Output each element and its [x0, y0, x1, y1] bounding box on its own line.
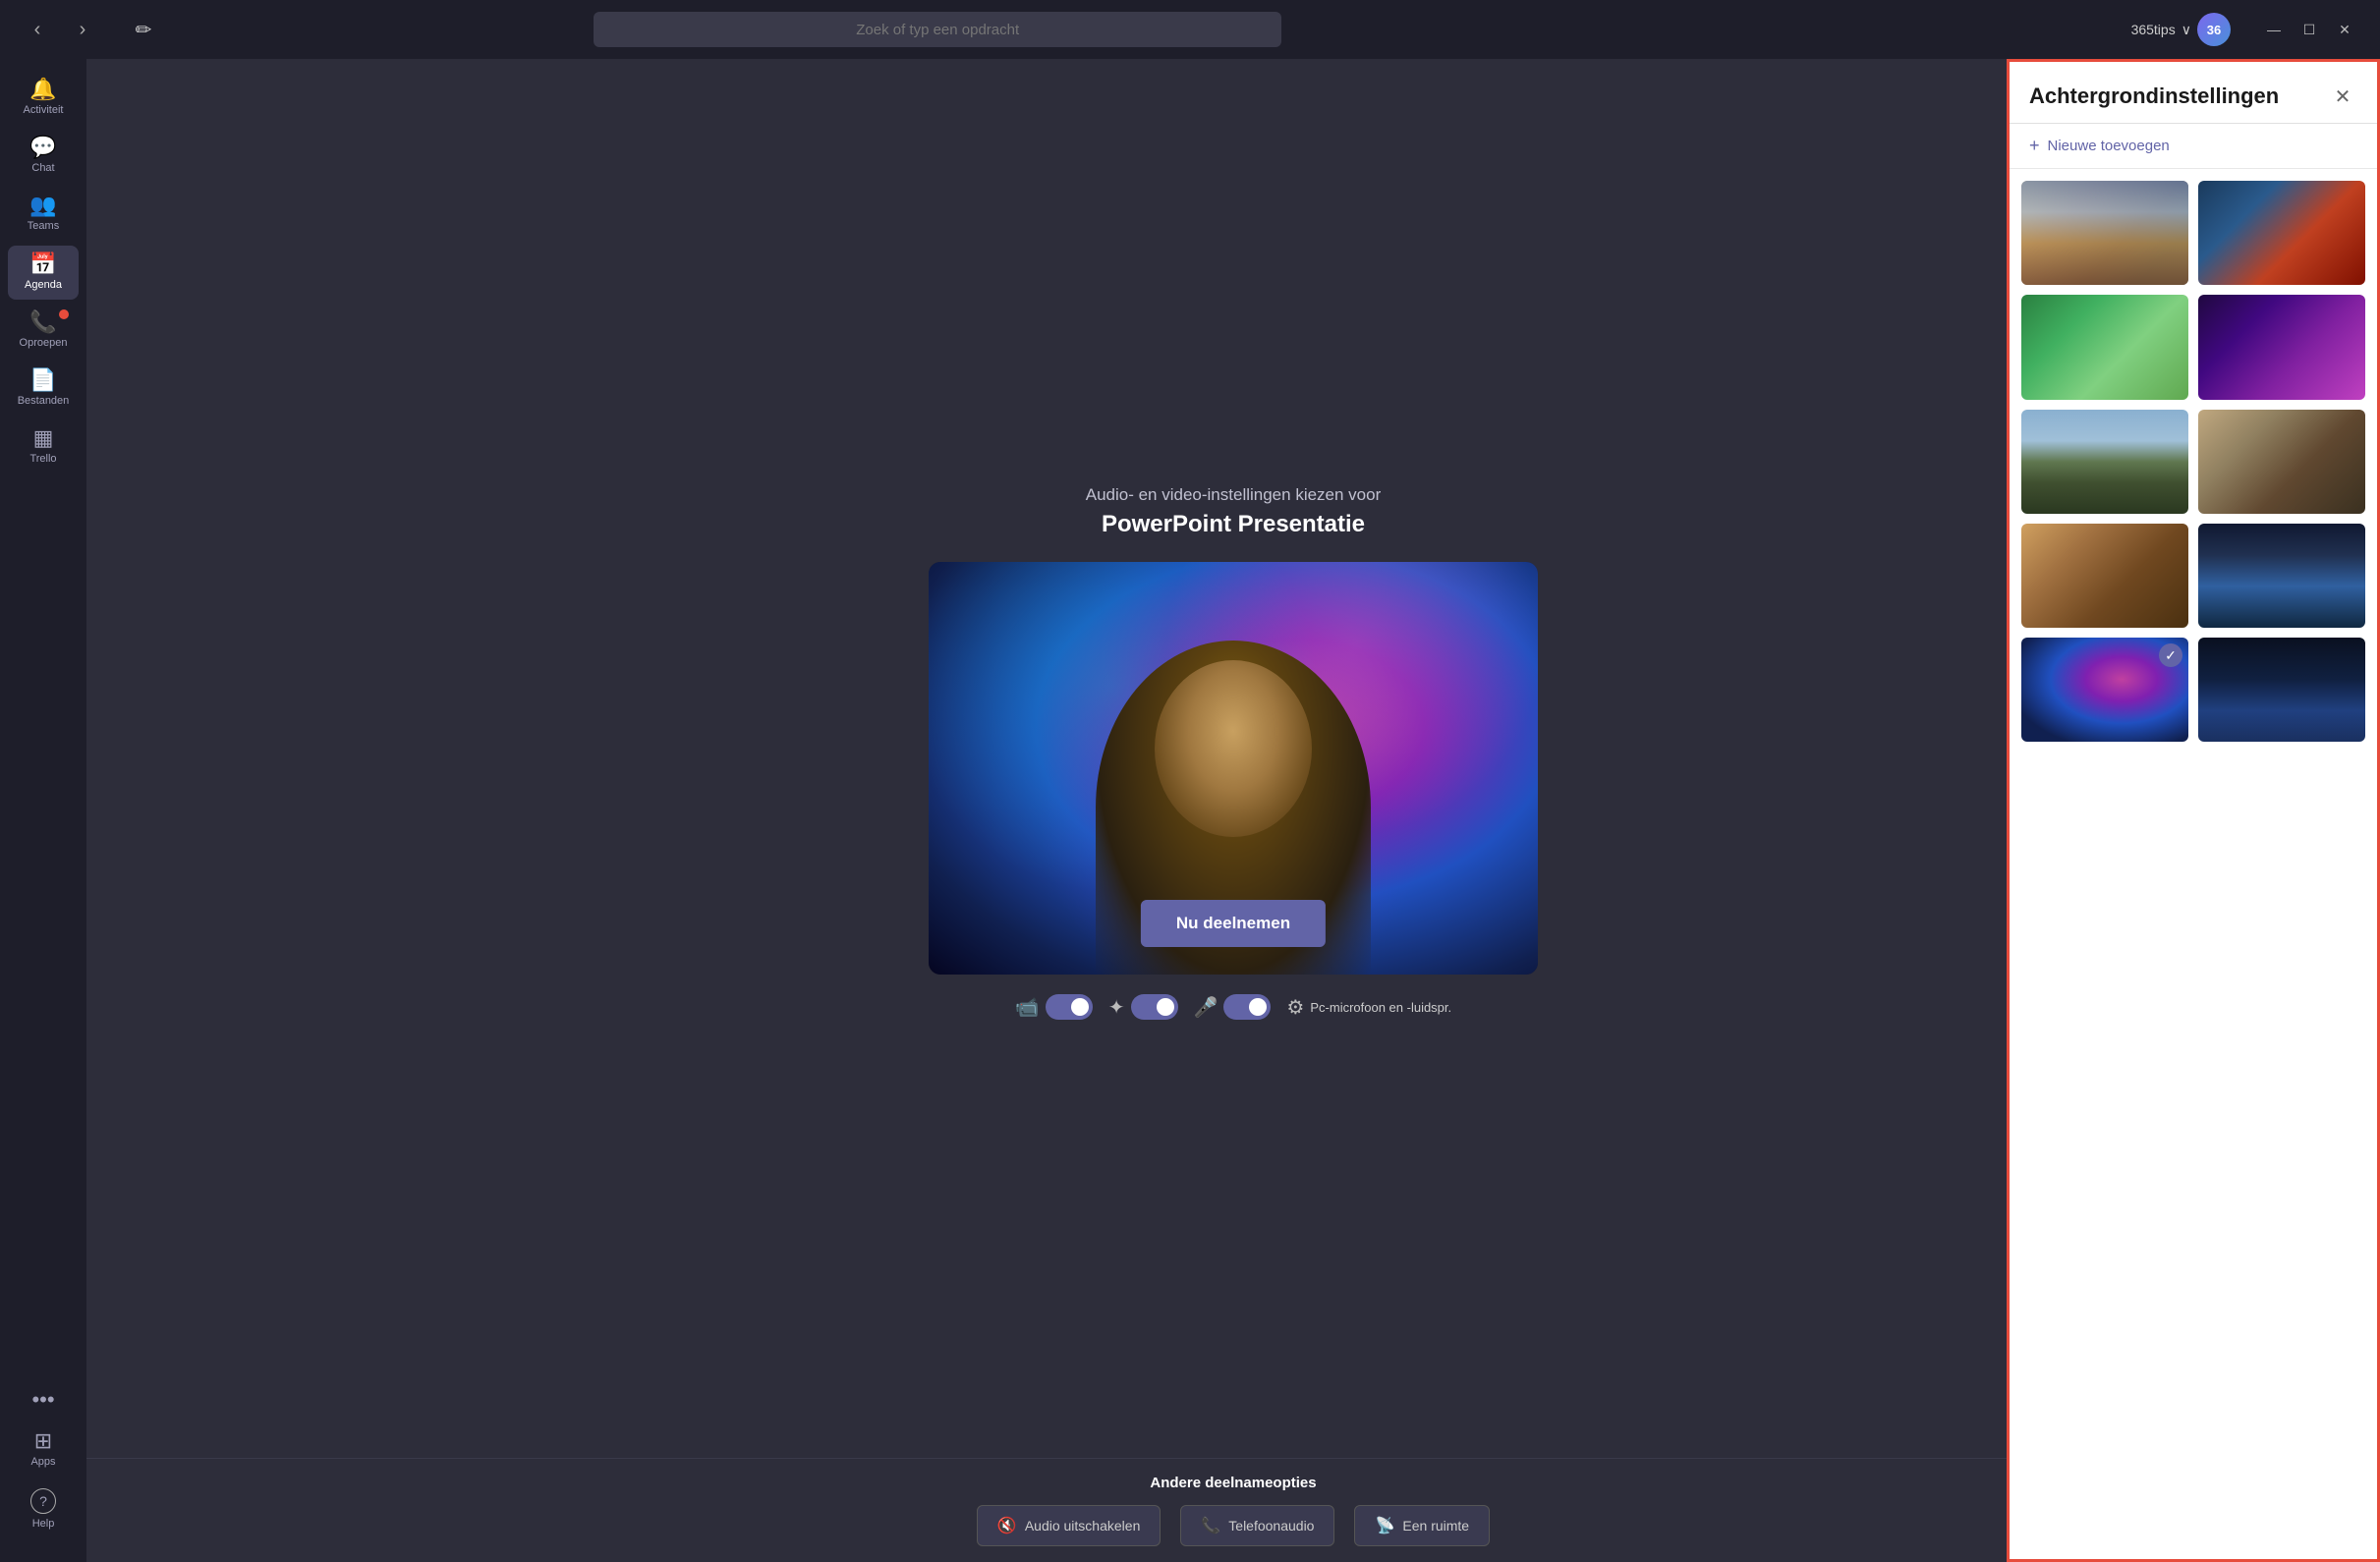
notification-badge [59, 309, 69, 319]
sidebar-item-trello[interactable]: ▦ Trello [8, 419, 79, 474]
settings-control: ⚙ Pc-microfoon en -luidspr. [1286, 995, 1451, 1020]
sidebar-item-activiteit[interactable]: 🔔 Activiteit [8, 71, 79, 125]
bg-panel-header: Achtergrondinstellingen ✕ [2010, 62, 2377, 124]
bg-panel-close-button[interactable]: ✕ [2328, 82, 2357, 111]
bg-thumb-minecraft-green[interactable] [2021, 295, 2188, 399]
help-icon: ? [30, 1488, 56, 1514]
sidebar-item-bestanden[interactable]: 📄 Bestanden [8, 362, 79, 416]
trello-icon: ▦ [33, 427, 54, 449]
sidebar-item-label: Chat [31, 162, 54, 175]
sidebar-item-chat[interactable]: 💬 Chat [8, 129, 79, 183]
maximize-button[interactable]: ☐ [2294, 16, 2325, 43]
close-button[interactable]: ✕ [2329, 16, 2360, 43]
mic-icon: 🎤 [1194, 995, 1218, 1020]
dropdown-icon: ∨ [2182, 22, 2191, 38]
bg-thumb-minecraft-purple[interactable] [2198, 295, 2365, 399]
forward-button[interactable]: › [65, 12, 100, 47]
sidebar-item-more[interactable]: ••• [8, 1381, 79, 1419]
bg-thumb-robot[interactable] [2198, 181, 2365, 285]
sidebar-item-label: Apps [30, 1456, 55, 1469]
phone-audio-label: Telefoonaudio [1228, 1518, 1314, 1534]
title-bar-right: 365tips ∨ 36 — ☐ ✕ [2131, 13, 2360, 46]
bell-icon: 🔔 [29, 79, 56, 100]
teams-icon: 👥 [29, 195, 56, 216]
bg-thumb-arch[interactable] [2198, 410, 2365, 514]
audio-off-button[interactable]: 🔇 Audio uitschakelen [977, 1505, 1161, 1546]
back-button[interactable]: ‹ [20, 12, 55, 47]
meeting-subtitle: Audio- en video-instellingen kiezen voor [1086, 485, 1382, 505]
mic-toggle[interactable] [1223, 994, 1271, 1020]
video-preview: Nu deelnemen [929, 562, 1538, 975]
bg-thumb-galaxy[interactable] [2021, 638, 2188, 742]
plus-icon: + [2029, 136, 2040, 156]
main-layout: 🔔 Activiteit 💬 Chat 👥 Teams 📅 Agenda 📞 O… [0, 59, 2380, 1562]
sidebar-item-agenda[interactable]: 📅 Agenda [8, 246, 79, 300]
room-icon: 📡 [1375, 1516, 1394, 1535]
phone-icon: 📞 [29, 311, 56, 333]
settings-label: Pc-microfoon en -luidspr. [1310, 1000, 1451, 1015]
bg-thumb-scifi[interactable] [2198, 524, 2365, 628]
bg-thumb-mountains[interactable] [2021, 410, 2188, 514]
phone-audio-button[interactable]: 📞 Telefoonaudio [1180, 1505, 1334, 1546]
window-controls: — ☐ ✕ [2258, 16, 2360, 43]
bg-thumb-classroom[interactable] [2021, 181, 2188, 285]
calendar-icon: 📅 [29, 253, 56, 275]
bg-panel-add-button[interactable]: + Nieuwe toevoegen [2010, 124, 2377, 169]
controls-bar: 📹 ✦ 🎤 ⚙ Pc-microfoon en -luidspr. [1015, 982, 1451, 1032]
mic-control: 🎤 [1194, 994, 1272, 1020]
meeting-title-area: Audio- en video-instellingen kiezen voor… [1086, 485, 1382, 538]
sidebar-item-label: Activiteit [24, 104, 64, 117]
chat-icon: 💬 [29, 137, 56, 158]
files-icon: 📄 [29, 369, 56, 391]
nav-buttons: ‹ › [20, 12, 100, 47]
minimize-button[interactable]: — [2258, 16, 2290, 43]
content-area: Audio- en video-instellingen kiezen voor… [86, 59, 2380, 1562]
room-label: Een ruimte [1402, 1518, 1469, 1534]
sidebar-item-apps[interactable]: ⊞ Apps [8, 1423, 79, 1477]
blur-toggle[interactable] [1131, 994, 1178, 1020]
sidebar-item-teams[interactable]: 👥 Teams [8, 187, 79, 241]
sidebar-item-oproepen[interactable]: 📞 Oproepen [8, 304, 79, 358]
sidebar-item-label: Agenda [25, 279, 62, 292]
compose-button[interactable]: ✏ [126, 12, 161, 47]
title-bar: ‹ › ✏ 365tips ∨ 36 — ☐ ✕ [0, 0, 2380, 59]
blur-control: ✦ [1108, 994, 1178, 1020]
audio-off-icon: 🔇 [997, 1516, 1017, 1535]
search-input[interactable] [594, 12, 1281, 47]
sidebar-item-label: Teams [28, 220, 59, 233]
join-button[interactable]: Nu deelnemen [1141, 900, 1326, 947]
room-button[interactable]: 📡 Een ruimte [1354, 1505, 1490, 1546]
sidebar-item-label: Oproepen [20, 337, 68, 350]
audio-off-label: Audio uitschakelen [1025, 1518, 1141, 1534]
add-label: Nieuwe toevoegen [2048, 138, 2170, 154]
avatar: 36 [2197, 13, 2231, 46]
sidebar-item-label: Help [32, 1518, 55, 1531]
bg-thumb-door[interactable] [2021, 524, 2188, 628]
sidebar-item-label: Trello [29, 453, 56, 466]
blur-icon: ✦ [1108, 995, 1125, 1020]
username-label: 365tips [2131, 22, 2176, 37]
user-chip[interactable]: 365tips ∨ 36 [2131, 13, 2231, 46]
bg-panel-title: Achtergrondinstellingen [2029, 84, 2279, 109]
bg-thumb-space-person[interactable] [2198, 638, 2365, 742]
settings-icon: ⚙ [1286, 995, 1304, 1020]
phone-audio-icon: 📞 [1201, 1516, 1220, 1535]
bg-grid [2010, 169, 2377, 1559]
apps-icon: ⊞ [34, 1430, 52, 1452]
sidebar-item-label: Bestanden [18, 395, 70, 408]
sidebar: 🔔 Activiteit 💬 Chat 👥 Teams 📅 Agenda 📞 O… [0, 59, 86, 1562]
camera-control: 📹 [1015, 994, 1093, 1020]
camera-icon: 📹 [1015, 995, 1040, 1020]
bg-settings-panel: Achtergrondinstellingen ✕ + Nieuwe toevo… [2007, 59, 2380, 1562]
camera-toggle[interactable] [1046, 994, 1093, 1020]
more-icon: ••• [31, 1389, 54, 1411]
sidebar-bottom: ••• ⊞ Apps ? Help [8, 1381, 79, 1550]
meeting-title: PowerPoint Presentatie [1086, 511, 1382, 538]
sidebar-item-help[interactable]: ? Help [8, 1480, 79, 1538]
